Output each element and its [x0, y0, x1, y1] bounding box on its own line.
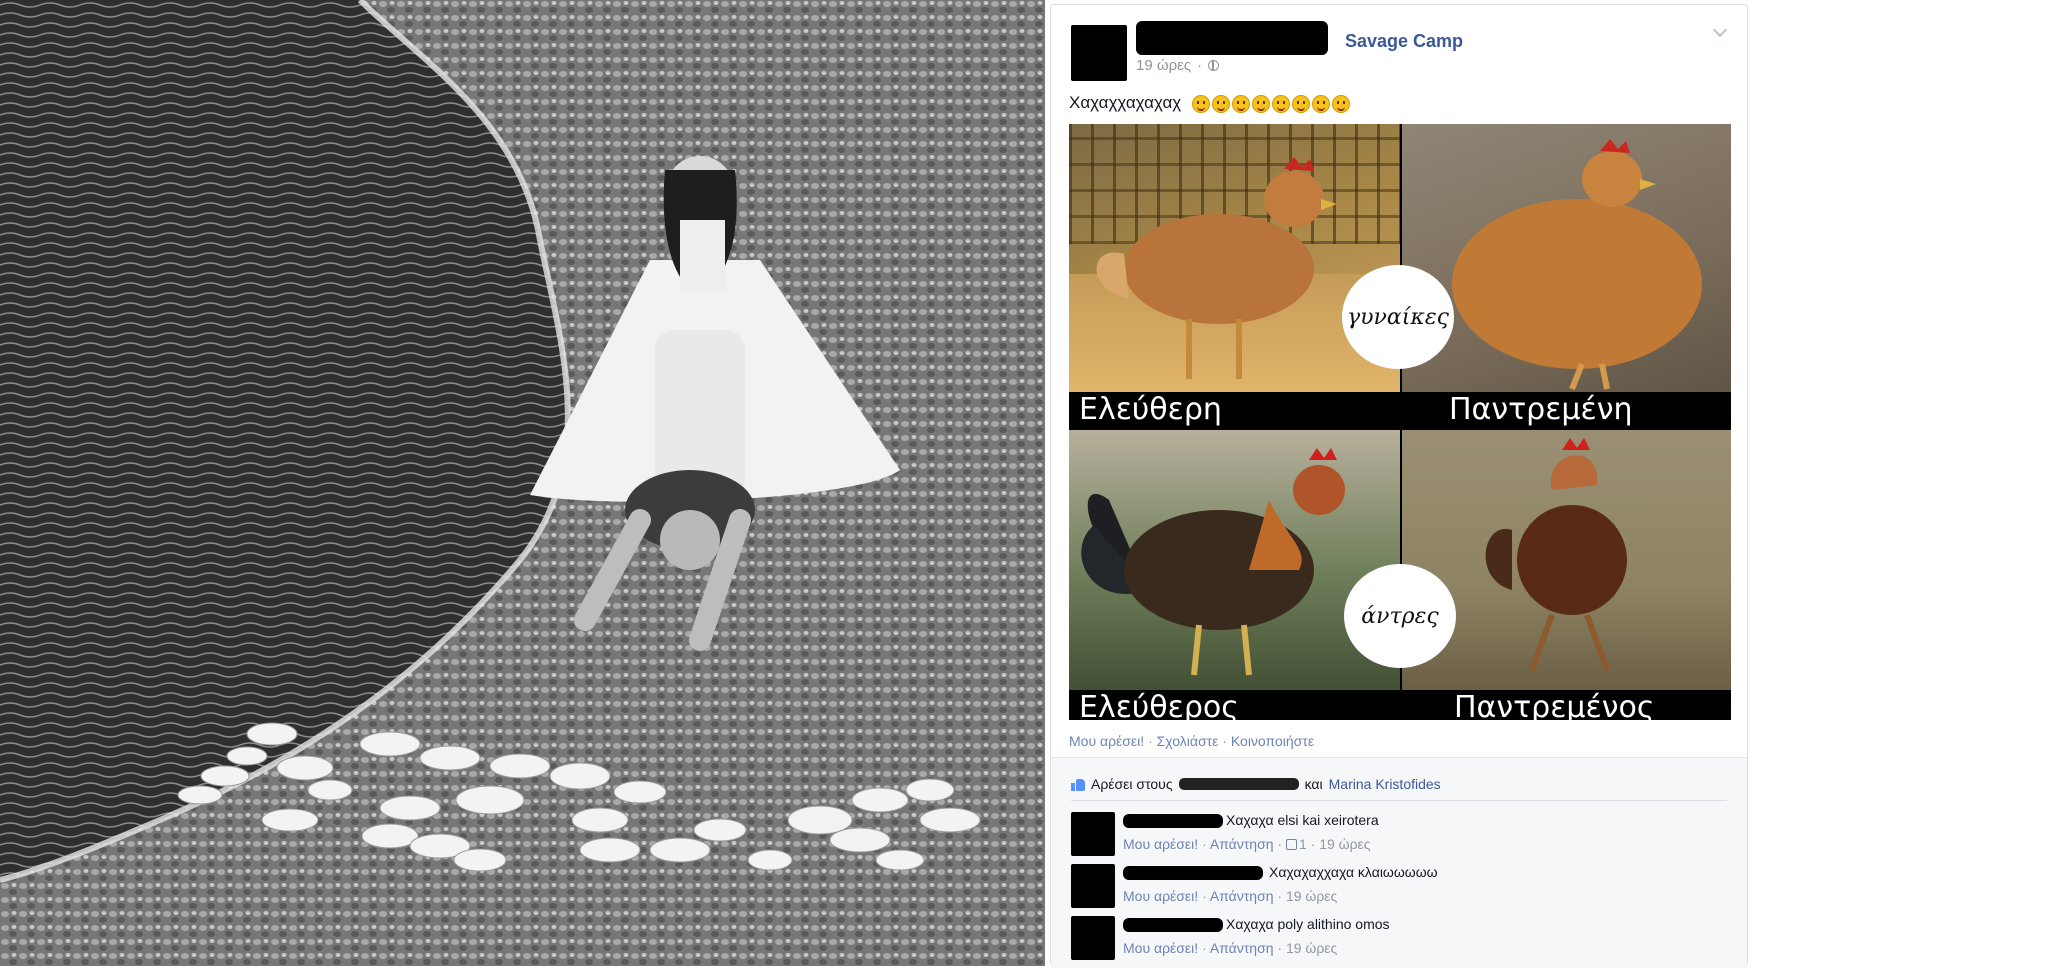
- comment-meta: Μου αρέσει! · Απάντηση · 19 ώρες: [1123, 888, 1338, 904]
- comment-time[interactable]: 19 ώρες: [1319, 836, 1370, 852]
- label-married-woman: Παντρεμένη: [1449, 392, 1633, 427]
- redacted-commenter-name[interactable]: [1123, 866, 1263, 880]
- redacted-liker-name[interactable]: [1178, 778, 1299, 790]
- caption-bar-top: Ελεύθερη Παντρεμένη: [1069, 392, 1731, 428]
- ragged-rooster-drawing: [1485, 438, 1627, 672]
- divider: [1071, 800, 1727, 801]
- beach-scene: [0, 0, 1045, 966]
- laughing-emoji-icon: [1271, 94, 1290, 113]
- panel-married-rooster: [1402, 430, 1731, 690]
- laughing-emoji-icon: [1211, 94, 1230, 113]
- comment-item: Χαχαχαχχαχα κλαιωωωωω Μου αρέσει! · Απάν…: [1071, 864, 1731, 912]
- panel-married-hen: [1402, 124, 1731, 392]
- comment-reply-link[interactable]: Απάντηση: [1210, 940, 1274, 956]
- wedding-photo: [0, 0, 1045, 966]
- group-name-link[interactable]: Savage Camp: [1345, 31, 1463, 52]
- feedback-section: Αρέσει στους και Marina Kristofides Χαχα…: [1051, 757, 1747, 968]
- redacted-commenter-name[interactable]: [1123, 918, 1223, 932]
- post-time[interactable]: 19 ώρες: [1136, 57, 1191, 74]
- post-message: Χαχαχχαχαχαχ: [1069, 93, 1182, 112]
- commenter-avatar[interactable]: [1071, 864, 1115, 908]
- commenter-avatar[interactable]: [1071, 916, 1115, 960]
- hen-drawing: [1096, 157, 1337, 379]
- redacted-poster-name[interactable]: [1136, 21, 1328, 55]
- comment-text: Χαχαχα elsi kai xeirotera: [1226, 812, 1379, 828]
- label-married-man: Παντρεμένος: [1454, 690, 1655, 720]
- bubble-men: άντρες: [1344, 564, 1456, 668]
- panel-free-hen: [1069, 124, 1400, 392]
- like-link[interactable]: Μου αρέσει!: [1069, 733, 1144, 749]
- comment-link[interactable]: Σχολιάστε: [1157, 733, 1219, 749]
- panel-free-rooster: [1069, 430, 1400, 690]
- meta-separator: ·: [1197, 57, 1203, 74]
- post-text: Χαχαχχαχαχαχ: [1069, 93, 1350, 113]
- globe-icon: [1208, 60, 1220, 71]
- comment-meta: Μου αρέσει! · Απάντηση · 1 · 19 ώρες: [1123, 836, 1371, 852]
- thumbs-up-icon: [1071, 778, 1085, 791]
- comment-like-link[interactable]: Μου αρέσει!: [1123, 940, 1198, 956]
- poster-avatar[interactable]: [1071, 25, 1127, 81]
- liker-name-link[interactable]: Marina Kristofides: [1329, 776, 1441, 792]
- comment-item: Χαχαχα elsi kai xeirotera Μου αρέσει! · …: [1071, 812, 1731, 860]
- redacted-commenter-name[interactable]: [1123, 814, 1223, 828]
- emoji-row: [1191, 94, 1350, 113]
- post-meta: 19 ώρες ·: [1136, 57, 1220, 74]
- laughing-emoji-icon: [1331, 94, 1350, 113]
- laughing-emoji-icon: [1191, 94, 1210, 113]
- post-actions: Μου αρέσει! · Σχολιάστε · Κοινοποιήστε: [1069, 733, 1314, 749]
- facebook-post: Savage Camp 19 ώρες · Χαχαχχαχαχαχ Ελεύθ…: [1050, 4, 1748, 968]
- comment-item: Χαχαχα poly alithino omos Μου αρέσει! · …: [1071, 916, 1731, 964]
- comment-time[interactable]: 19 ώρες: [1286, 888, 1337, 904]
- bubble-women: γυναίκες: [1342, 265, 1454, 369]
- likes-and: και: [1304, 776, 1323, 792]
- likes-prefix: Αρέσει στους: [1091, 776, 1173, 792]
- share-link[interactable]: Κοινοποιήστε: [1231, 733, 1314, 749]
- comment-like-link[interactable]: Μου αρέσει!: [1123, 836, 1198, 852]
- comment-like-count[interactable]: 1: [1299, 836, 1307, 852]
- rooster-drawing: [1081, 448, 1345, 676]
- label-free-man: Ελεύθερος: [1079, 690, 1239, 720]
- comment-text: Χαχαχα poly alithino omos: [1226, 916, 1390, 932]
- laughing-emoji-icon: [1231, 94, 1250, 113]
- comment-text: Χαχαχαχχαχα κλαιωωωωω: [1269, 864, 1438, 880]
- action-separator: ·: [1144, 733, 1157, 749]
- comment-like-link[interactable]: Μου αρέσει!: [1123, 888, 1198, 904]
- likes-summary: Αρέσει στους και Marina Kristofides: [1071, 776, 1441, 792]
- comment-meta: Μου αρέσει! · Απάντηση · 19 ώρες: [1123, 940, 1338, 956]
- caption-bar-bottom: Ελεύθερος Παντρεμένος: [1069, 690, 1731, 720]
- laughing-emoji-icon: [1291, 94, 1310, 113]
- laughing-emoji-icon: [1311, 94, 1330, 113]
- fat-hen-drawing: [1452, 139, 1702, 391]
- action-separator: ·: [1218, 733, 1231, 749]
- meme-image[interactable]: Ελεύθερη Παντρεμένη Ελεύθερος Παντρεμένο…: [1069, 124, 1731, 720]
- commenter-avatar[interactable]: [1071, 812, 1115, 856]
- comment-reply-link[interactable]: Απάντηση: [1210, 888, 1274, 904]
- chevron-down-icon[interactable]: [1712, 22, 1728, 38]
- laughing-emoji-icon: [1251, 94, 1270, 113]
- thumbs-up-icon: [1285, 839, 1297, 850]
- comment-time[interactable]: 19 ώρες: [1286, 940, 1337, 956]
- label-free-woman: Ελεύθερη: [1079, 392, 1222, 427]
- comment-reply-link[interactable]: Απάντηση: [1210, 836, 1274, 852]
